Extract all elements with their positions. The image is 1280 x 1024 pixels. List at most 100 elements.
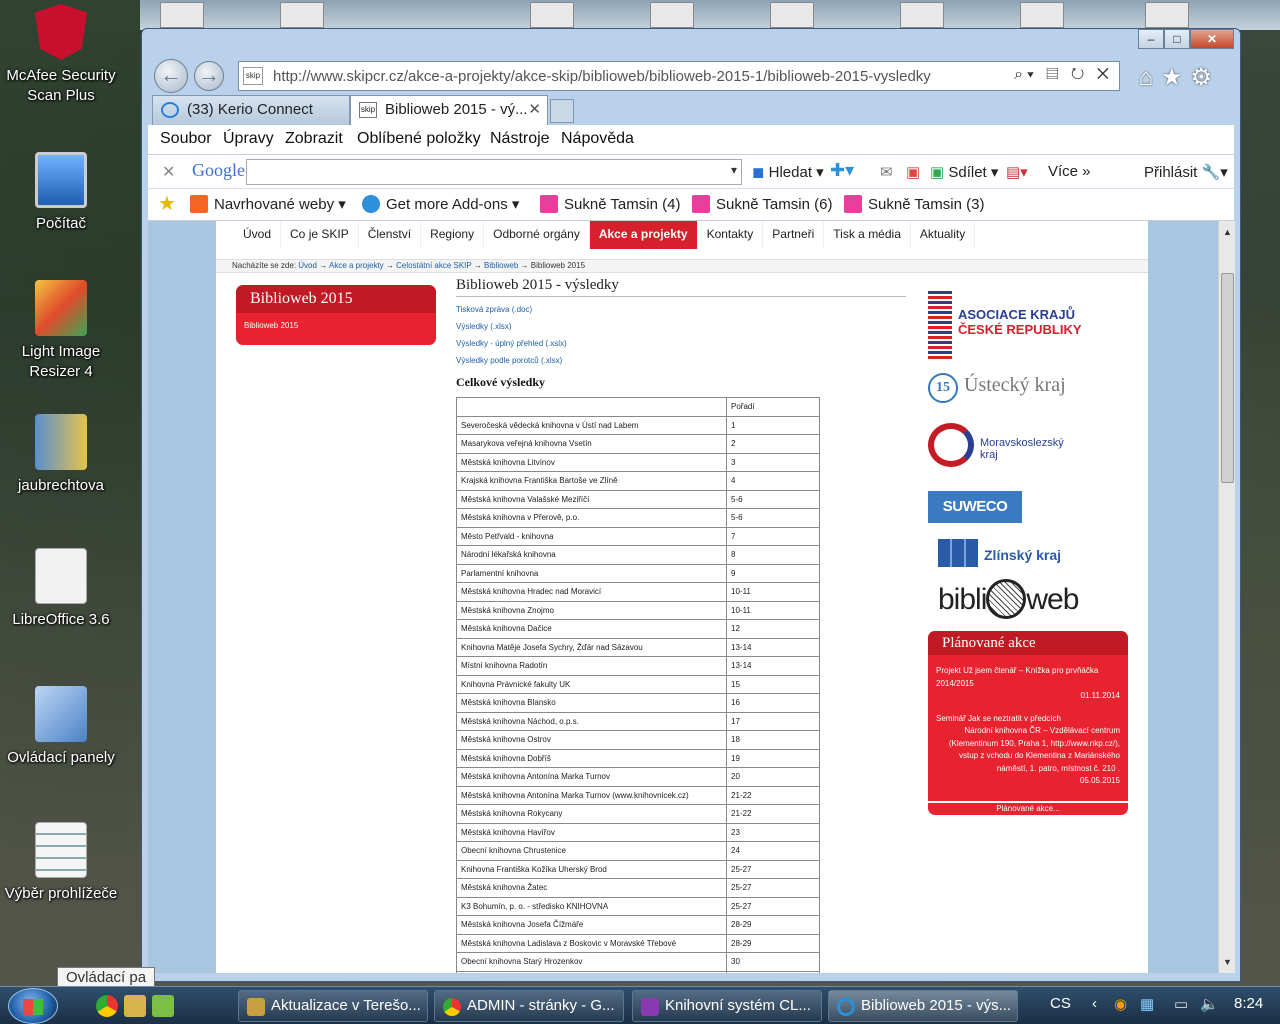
scroll-thumb[interactable] bbox=[1221, 273, 1234, 483]
logo-asociace-kraju[interactable]: ASOCIACE KRAJŮ ČESKÉ REPUBLIKY bbox=[928, 291, 1088, 361]
planned-events-more-link[interactable]: Plánované akce... bbox=[928, 801, 1128, 815]
library-name-cell: Knihovna Františka Kožíka Uherský Brod bbox=[456, 859, 727, 879]
table-row: Městská knihovna Náchod, o.p.s. 17 bbox=[456, 711, 820, 731]
planned-event-2[interactable]: Seminář Jak se neztratit v předcích Náro… bbox=[928, 713, 1128, 788]
language-indicator[interactable]: CS bbox=[1050, 995, 1071, 1012]
menu-edit[interactable]: Úpravy bbox=[223, 130, 274, 148]
table-row: Městská knihovna a turistické informační… bbox=[456, 970, 820, 973]
menu-tools[interactable]: Nástroje bbox=[490, 130, 550, 148]
translate-icon[interactable]: ▤▾ bbox=[1006, 163, 1028, 181]
vertical-scrollbar[interactable]: ▲ ▼ bbox=[1218, 221, 1235, 973]
clock[interactable]: 8:24 bbox=[1234, 995, 1263, 1012]
fav-addons[interactable]: Get more Add-ons ▾ bbox=[362, 195, 519, 213]
minimize-button[interactable]: – bbox=[1138, 29, 1164, 49]
more-button[interactable]: Více » bbox=[1048, 163, 1091, 180]
chrome-quicklaunch-icon[interactable] bbox=[96, 995, 118, 1017]
library-name-cell: Městská knihovna Litvínov bbox=[456, 452, 727, 472]
logo-moravskoslezsky-kraj[interactable]: Moravskoslezský kraj bbox=[928, 423, 1088, 469]
site-nav-kontakty[interactable]: Kontakty bbox=[698, 221, 764, 249]
tab-kerio[interactable]: (33) Kerio Connect bbox=[152, 95, 350, 125]
desktop-icon-user-folder[interactable]: jaubrechtova bbox=[4, 414, 118, 496]
app-quicklaunch-icon[interactable] bbox=[124, 995, 146, 1017]
doc-link[interactable]: Výsledky (.xlsx) bbox=[456, 322, 908, 331]
taskbar-item-admin[interactable]: ADMIN - stránky - G... bbox=[434, 990, 624, 1022]
excel-quicklaunch-icon[interactable] bbox=[152, 995, 174, 1017]
start-button[interactable] bbox=[8, 988, 58, 1024]
url-text[interactable]: http://www.skipcr.cz/akce-a-projekty/akc… bbox=[273, 68, 931, 85]
volume-icon[interactable]: 🔈 bbox=[1200, 995, 1219, 1013]
new-tab-button[interactable] bbox=[550, 99, 574, 123]
desktop-icon-computer[interactable]: Počítač bbox=[4, 152, 118, 234]
logo-zlinsky-kraj[interactable]: Zlínský kraj bbox=[938, 537, 1078, 569]
site-nav-clenstvi[interactable]: Členství bbox=[359, 221, 422, 249]
taskbar-item-biblioweb[interactable]: Biblioweb 2015 - výs... bbox=[828, 990, 1018, 1022]
fav-sukne-4[interactable]: Sukně Tamsin (4) bbox=[540, 195, 680, 213]
site-nav-tisk-a-media[interactable]: Tisk a média bbox=[824, 221, 911, 249]
sidebar-link[interactable]: Biblioweb 2015 bbox=[236, 313, 436, 338]
tray-app-icon[interactable]: ◉ bbox=[1114, 995, 1127, 1013]
address-tools[interactable]: ⌕▾ ▤ ↻ ✕ bbox=[1014, 66, 1113, 84]
tray-display-icon[interactable]: ▭ bbox=[1174, 995, 1188, 1013]
favorites-bar: ★ Navrhované weby ▾ Get more Add-ons ▾ S… bbox=[148, 189, 1234, 221]
doc-link[interactable]: Výsledky podle porotců (.xlsx) bbox=[456, 356, 908, 365]
doc-link[interactable]: Tisková zpráva (.doc) bbox=[456, 305, 908, 314]
share-button[interactable]: ▣ Sdílet ▾ bbox=[930, 163, 998, 181]
close-window-button[interactable]: ✕ bbox=[1190, 29, 1234, 49]
desktop-icon-browser-choice[interactable]: Výběr prohlížeče bbox=[4, 822, 118, 904]
taskbar-item-aktualizace[interactable]: Aktualizace v Terešo... bbox=[238, 990, 428, 1022]
event-title[interactable]: Seminář Jak se neztratit v předcích bbox=[936, 713, 1120, 726]
scroll-up-icon[interactable]: ▲ bbox=[1219, 223, 1236, 241]
site-nav-uvod[interactable]: Úvod bbox=[234, 221, 282, 249]
fav-sukne-6[interactable]: Sukně Tamsin (6) bbox=[692, 195, 832, 213]
mail-icon[interactable]: ✉ bbox=[880, 163, 893, 181]
doc-link[interactable]: Výsledky - úplný přehled (.xslx) bbox=[456, 339, 908, 348]
event-title[interactable]: Projekt Už jsem čtenář – Knížka pro prvň… bbox=[936, 665, 1120, 690]
favorites-star-icon[interactable]: ★ bbox=[158, 191, 176, 216]
menu-view[interactable]: Zobrazit bbox=[285, 130, 343, 148]
forward-button[interactable]: → bbox=[194, 61, 224, 91]
library-name-cell: Městská knihovna Ladislava z Boskovic v … bbox=[456, 933, 727, 953]
breadcrumb-link[interactable]: Úvod bbox=[298, 261, 317, 270]
tray-chevron-icon[interactable]: ‹ bbox=[1092, 995, 1097, 1012]
back-button[interactable]: ← bbox=[154, 59, 188, 93]
tray-network-icon[interactable]: ▦ bbox=[1140, 995, 1154, 1013]
signin-button[interactable]: Přihlásit 🔧▾ bbox=[1144, 163, 1228, 181]
tab-biblioweb[interactable]: skip Biblioweb 2015 - vý... ✕ bbox=[350, 95, 548, 125]
menu-help[interactable]: Nápověda bbox=[561, 130, 634, 148]
desktop-icon-light-image-resizer[interactable]: Light Image Resizer 4 bbox=[4, 280, 118, 382]
breadcrumb-link[interactable]: Biblioweb bbox=[484, 261, 518, 270]
menu-file[interactable]: Soubor bbox=[160, 130, 212, 148]
site-nav-co-je-skip[interactable]: Co je SKIP bbox=[281, 221, 359, 249]
logo-ustecky-kraj[interactable]: 15 Ústecký kraj bbox=[928, 373, 1066, 403]
site-nav-aktuality[interactable]: Aktuality bbox=[911, 221, 976, 249]
breadcrumb-link[interactable]: Akce a projekty bbox=[329, 261, 384, 270]
desktop-icon-libreoffice[interactable]: LibreOffice 3.6 bbox=[4, 548, 118, 630]
desktop-icon-label: McAfee Security Scan Plus bbox=[6, 67, 116, 104]
fav-sukne-3[interactable]: Sukně Tamsin (3) bbox=[844, 195, 984, 213]
logo-biblioweb[interactable]: bibli web bbox=[938, 579, 1079, 619]
scroll-down-icon[interactable]: ▼ bbox=[1219, 953, 1236, 971]
address-bar[interactable]: skip http://www.skipcr.cz/akce-a-projekt… bbox=[238, 61, 1120, 91]
close-tab-icon[interactable]: ✕ bbox=[528, 96, 541, 124]
google-search-button[interactable]: ◼ Hledat ▾ bbox=[752, 163, 824, 181]
chevron-down-icon[interactable]: ▾ bbox=[731, 163, 737, 177]
plus-icon[interactable]: ✚▾ bbox=[830, 160, 854, 181]
fav-suggested-sites[interactable]: Navrhované weby ▾ bbox=[190, 195, 346, 213]
desktop-icon-mcafee[interactable]: McAfee Security Scan Plus bbox=[4, 4, 118, 106]
site-nav-odborne-organy[interactable]: Odborné orgány bbox=[484, 221, 590, 249]
logo-suweco[interactable]: SUWECO bbox=[928, 491, 1022, 523]
planned-event-1[interactable]: Projekt Už jsem čtenář – Knížka pro prvň… bbox=[928, 665, 1128, 703]
maximize-button[interactable]: □ bbox=[1164, 29, 1190, 49]
site-nav-partneri[interactable]: Partneři bbox=[763, 221, 825, 249]
home-favorites-settings-icons[interactable]: ⌂★⚙ bbox=[1138, 63, 1220, 92]
google-logo: Google bbox=[192, 160, 245, 180]
site-nav-regiony[interactable]: Regiony bbox=[421, 221, 485, 249]
site-nav-akce-a-projekty[interactable]: Akce a projekty bbox=[589, 221, 698, 249]
taskbar-item-knihovni-system[interactable]: Knihovní systém CL... bbox=[632, 990, 822, 1022]
gplus-icon[interactable]: ▣ bbox=[906, 163, 920, 181]
google-search-input[interactable]: ▾ bbox=[246, 159, 742, 185]
breadcrumb-link[interactable]: Celostátní akce SKIP bbox=[396, 261, 471, 270]
menu-favorites[interactable]: Oblíbené položky bbox=[357, 130, 481, 148]
close-toolbar-icon[interactable]: ✕ bbox=[162, 162, 175, 182]
desktop-icon-control-panel[interactable]: Ovládací panely bbox=[4, 686, 118, 768]
